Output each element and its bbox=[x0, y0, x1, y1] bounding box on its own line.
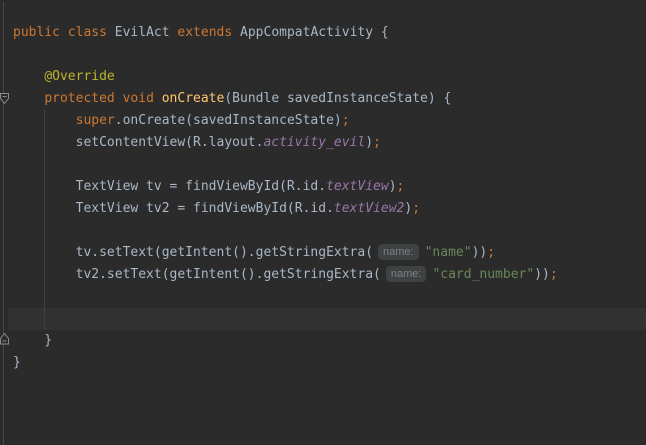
code-line[interactable]: tv2.setText(getIntent().getStringExtra( n… bbox=[0, 264, 646, 286]
code-token: ; bbox=[487, 245, 495, 260]
code-line[interactable]: public class EvilAct extends AppCompatAc… bbox=[0, 22, 646, 44]
code-token: super bbox=[76, 113, 115, 128]
code-line[interactable] bbox=[0, 154, 646, 176]
code-token: ; bbox=[342, 113, 350, 128]
code-token: ) bbox=[389, 179, 397, 194]
code-token: tv.setText(getIntent().getStringExtra( bbox=[13, 245, 373, 260]
code-token: "name" bbox=[425, 245, 472, 260]
code-token bbox=[13, 91, 44, 106]
code-token: protected bbox=[44, 91, 114, 106]
code-line[interactable]: TextView tv2 = findViewById(R.id.textVie… bbox=[0, 198, 646, 220]
code-token: )) bbox=[534, 267, 550, 282]
code-token: public bbox=[13, 25, 60, 40]
code-line[interactable]: TextView tv = findViewById(R.id.textView… bbox=[0, 176, 646, 198]
code-token: ; bbox=[550, 267, 558, 282]
code-token: textView bbox=[326, 179, 389, 194]
code-token bbox=[154, 91, 162, 106]
code-line[interactable]: setContentView(R.layout.activity_evil); bbox=[0, 132, 646, 154]
code-token: void bbox=[123, 91, 154, 106]
code-token: TextView tv = findViewById(R.id. bbox=[13, 179, 326, 194]
code-token: (Bundle savedInstanceState) { bbox=[224, 91, 451, 106]
code-token: ) bbox=[404, 201, 412, 216]
code-token: AppCompatActivity { bbox=[232, 25, 389, 40]
code-token: onCreate bbox=[162, 91, 225, 106]
code-line[interactable] bbox=[0, 44, 646, 66]
code-token: activity_evil bbox=[263, 135, 365, 150]
code-line[interactable] bbox=[0, 220, 646, 242]
code-token: "card_number" bbox=[432, 267, 534, 282]
code-token: } bbox=[13, 355, 21, 370]
code-line[interactable]: super.onCreate(savedInstanceState); bbox=[0, 110, 646, 132]
code-line[interactable] bbox=[0, 308, 646, 330]
code-token: TextView tv2 = findViewById(R.id. bbox=[13, 201, 334, 216]
code-token: extends bbox=[177, 25, 232, 40]
code-line[interactable]: @Override bbox=[0, 66, 646, 88]
code-token bbox=[13, 69, 44, 84]
code-token bbox=[115, 91, 123, 106]
code-line[interactable]: tv.setText(getIntent().getStringExtra( na… bbox=[0, 242, 646, 264]
code-editor[interactable]: public class EvilAct extends AppCompatAc… bbox=[0, 0, 646, 445]
code-token: ; bbox=[412, 201, 420, 216]
code-token: ) bbox=[365, 135, 373, 150]
code-lines: public class EvilAct extends AppCompatAc… bbox=[0, 22, 646, 374]
code-line[interactable]: } bbox=[0, 352, 646, 374]
code-token bbox=[13, 113, 76, 128]
code-token: setContentView(R.layout. bbox=[13, 135, 263, 150]
inlay-hint-pill: name: bbox=[386, 266, 427, 282]
ide-window: { "editor": { "background": "#2b2b2b", "… bbox=[0, 0, 646, 445]
code-token: tv2.setText(getIntent().getStringExtra( bbox=[13, 267, 381, 282]
inlay-hint-pill: name: bbox=[378, 244, 419, 260]
code-line[interactable]: protected void onCreate(Bundle savedInst… bbox=[0, 88, 646, 110]
code-token: ; bbox=[373, 135, 381, 150]
code-token: EvilAct bbox=[107, 25, 177, 40]
code-token: class bbox=[68, 25, 107, 40]
code-token: .onCreate(savedInstanceState) bbox=[115, 113, 342, 128]
code-token: ; bbox=[397, 179, 405, 194]
code-token bbox=[60, 25, 68, 40]
code-token: @Override bbox=[44, 69, 114, 84]
code-line[interactable] bbox=[0, 286, 646, 308]
code-token: )) bbox=[472, 245, 488, 260]
code-line[interactable]: } bbox=[0, 330, 646, 352]
code-token: textView2 bbox=[334, 201, 404, 216]
code-token: } bbox=[13, 333, 52, 348]
